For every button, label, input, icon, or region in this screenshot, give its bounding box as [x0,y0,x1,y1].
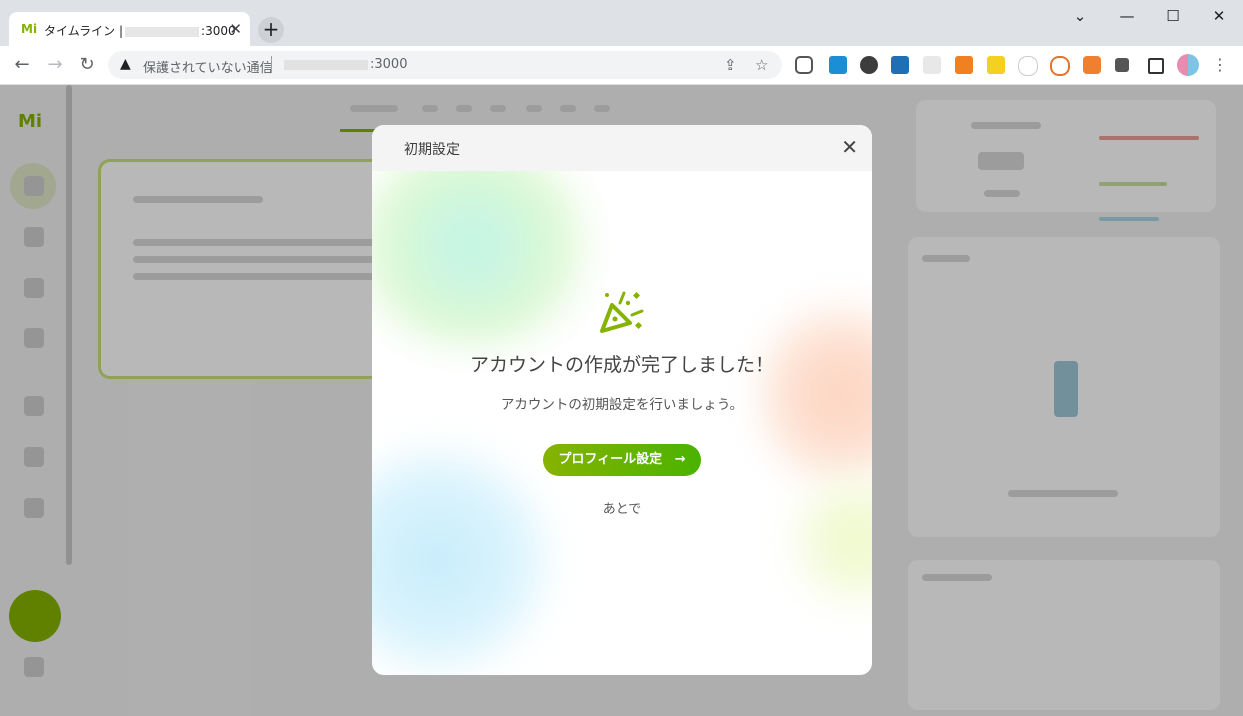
extension-text-icon[interactable] [923,56,941,74]
back-button[interactable]: ← [11,54,33,76]
profile-settings-button[interactable]: プロフィール設定 → [543,444,701,476]
extension-face-icon[interactable] [987,56,1005,74]
address-url[interactable]: :3000 [284,57,407,72]
maximize-button[interactable]: ☐ [1153,6,1193,26]
extension-chat-icon[interactable] [795,56,813,74]
extensions-puzzle-icon[interactable] [1115,58,1129,72]
profile-settings-label: プロフィール設定 [558,452,663,467]
profile-avatar[interactable] [1177,54,1199,76]
browser-menu-icon[interactable]: ⋮ [1209,54,1231,76]
decor-blob-top-left [372,145,602,345]
extension-chart-icon[interactable] [955,56,973,74]
dialog-title: 初期設定 [404,142,460,158]
bookmark-star-icon[interactable]: ☆ [755,56,768,74]
browser-toolbar: ← → ↻ ▲ 保護されていない通信 :3000 ⇪ ☆ ⋮ [0,46,1243,85]
browser-tab[interactable]: Mi タイムライン |:3000 ✕ [9,12,250,46]
setup-prompt-text: アカウントの初期設定を行いましょう。 [500,397,744,413]
extension-s-icon[interactable] [891,56,909,74]
extension-split-icon[interactable] [1018,56,1038,76]
dialog-header: 初期設定 ✕ [372,125,872,171]
share-icon[interactable]: ⇪ [724,56,737,74]
decor-blob-bottom-right [792,475,872,605]
extension-u-icon[interactable] [1050,56,1070,76]
tab-search-dropdown-icon[interactable]: ⌄ [1060,6,1100,26]
security-status[interactable]: 保護されていない通信 [143,57,273,76]
not-secure-warning-icon[interactable]: ▲ [120,56,131,72]
misskey-favicon-icon: Mi [21,22,38,36]
redacted-host [125,26,200,37]
later-link[interactable]: あとで [372,498,872,517]
decor-blob-bottom-left [372,445,552,675]
arrow-right-icon: → [674,452,686,467]
address-bar[interactable]: ▲ 保護されていない通信 :3000 ⇪ ☆ [108,51,782,79]
dialog-close-icon[interactable]: ✕ [841,135,858,159]
minimize-button[interactable]: — [1107,6,1147,26]
party-popper-icon [600,291,644,333]
extension-fox-icon[interactable] [1083,56,1101,74]
side-panel-icon[interactable] [1148,58,1164,74]
extension-gear-icon[interactable] [860,56,878,74]
reload-button[interactable]: ↻ [76,54,98,76]
tab-title: タイムライン |:3000 [44,24,236,38]
redacted-host [284,59,368,70]
forward-button[interactable]: → [44,54,66,76]
close-window-button[interactable]: ✕ [1199,6,1239,26]
extension-translate-icon[interactable] [829,56,847,74]
tab-close-icon[interactable]: ✕ [229,20,242,38]
new-tab-button[interactable]: + [258,17,284,43]
address-divider [271,56,272,73]
account-created-heading: アカウントの作成が完了しました！ [469,354,774,376]
browser-titlebar: Mi タイムライン |:3000 ✕ + ⌄ — ☐ ✕ [0,0,1243,46]
initial-setup-dialog: 初期設定 ✕ アカウントの作成が完了しました！ アカウントの初期設定を行いましょ… [372,125,872,675]
